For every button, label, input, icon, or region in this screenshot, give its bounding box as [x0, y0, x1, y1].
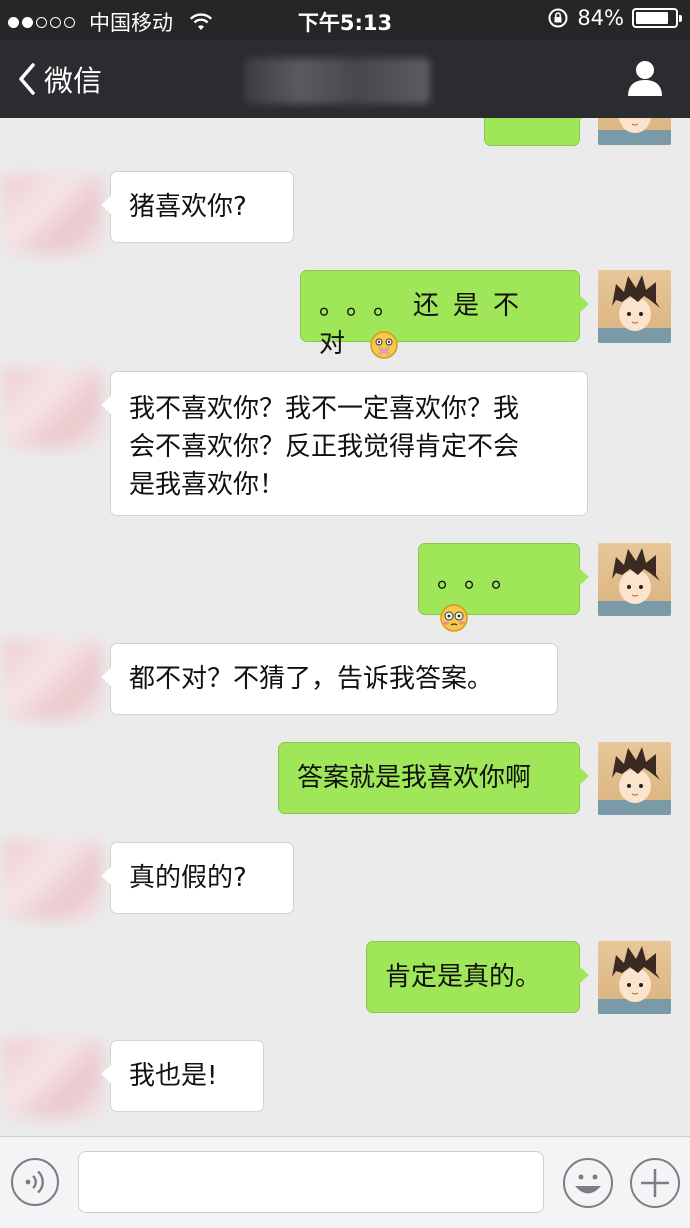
message-text-line: 我不喜欢你？我不一定喜欢你？我: [129, 394, 520, 424]
nav-bar: 微信: [0, 40, 690, 118]
contact-avatar[interactable]: [2, 174, 102, 254]
message-text: 猪喜欢你?: [129, 192, 247, 222]
emoji-button[interactable]: [562, 1157, 614, 1209]
back-label: 微信: [44, 64, 103, 98]
message-text: 肯定是真的。: [385, 962, 542, 992]
message-bubble-in[interactable]: 猪喜欢你?: [101, 171, 294, 243]
my-avatar[interactable]: [598, 941, 671, 1014]
contact-avatar[interactable]: [2, 840, 102, 920]
boy-cartoon-icon: [598, 946, 671, 1014]
battery-icon: [632, 8, 682, 28]
silent-face-emoji-icon: [370, 330, 399, 359]
message-bubble-in[interactable]: 我不喜欢你？我不一定喜欢你？我 会不喜欢你？反正我觉得肯定不会 是我喜欢你！: [101, 371, 588, 516]
message-bubble-in[interactable]: 真的假的?: [101, 842, 294, 914]
battery-percent: 84%: [577, 6, 624, 30]
contact-avatar[interactable]: [2, 368, 102, 448]
my-avatar[interactable]: [598, 270, 671, 343]
boy-cartoon-icon: [598, 747, 671, 815]
my-avatar[interactable]: [598, 118, 671, 145]
rotation-lock-icon: [548, 8, 568, 28]
voice-input-button[interactable]: [10, 1157, 60, 1207]
message-bubble-out[interactable]: 答案就是我喜欢你啊: [278, 742, 589, 814]
message-text-line: 是我喜欢你！: [129, 470, 286, 500]
message-text: 。。。: [437, 564, 532, 594]
back-button[interactable]: 微信: [16, 58, 102, 100]
message-bubble-out[interactable]: 肯定是真的。: [366, 941, 589, 1013]
boy-cartoon-icon: [598, 275, 671, 343]
chevron-left-icon: [19, 63, 35, 95]
contact-avatar[interactable]: [2, 640, 102, 720]
message-text-line: 会不喜欢你？反正我觉得肯定不会: [129, 432, 520, 462]
flushed-face-emoji-icon: [440, 603, 468, 632]
message-text: 都不对？不猜了，告诉我答案。: [129, 664, 494, 694]
message-bubble-in[interactable]: 我也是!: [101, 1040, 264, 1112]
message-text: 。。。还是不对: [319, 291, 534, 359]
blurred-contact-name: [245, 58, 430, 104]
my-avatar[interactable]: [598, 543, 671, 616]
message-text: 答案就是我喜欢你啊: [297, 763, 532, 793]
more-options-button[interactable]: [629, 1157, 681, 1209]
input-bar: [0, 1136, 690, 1228]
message-bubble-out[interactable]: 。。。: [418, 543, 589, 632]
message-bubble-out[interactable]: [484, 118, 589, 146]
message-bubble-in[interactable]: 都不对？不猜了，告诉我答案。: [101, 643, 558, 715]
message-text: 我也是!: [129, 1061, 218, 1091]
message-bubble-out[interactable]: 。。。还是不对: [300, 270, 589, 359]
chat-area[interactable]: 猪喜欢你? 。。。还是不对 我不喜欢你？我不一定喜欢你？我 会不喜欢你？反正我觉…: [0, 118, 690, 1136]
chat-info-button[interactable]: [626, 58, 664, 98]
contact-avatar[interactable]: [2, 1038, 102, 1118]
message-input[interactable]: [78, 1151, 544, 1213]
boy-cartoon-icon: [598, 548, 671, 616]
message-text: 真的假的?: [129, 863, 247, 893]
status-bar: 中国移动 下午5:13 84%: [0, 0, 690, 40]
boy-cartoon-icon: [598, 118, 671, 145]
my-avatar[interactable]: [598, 742, 671, 815]
